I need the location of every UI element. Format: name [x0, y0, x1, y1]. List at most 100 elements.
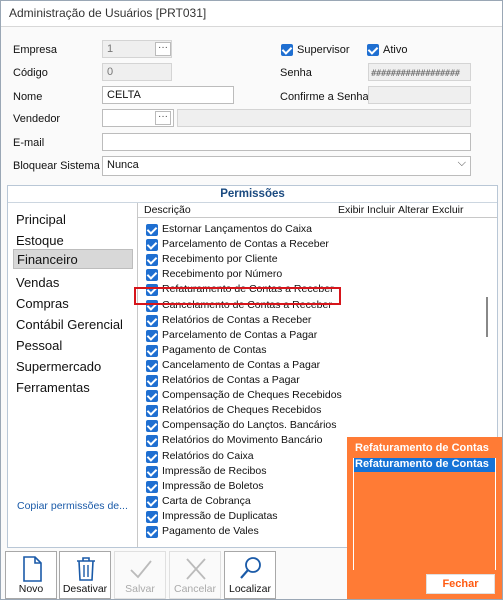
- permission-checkbox[interactable]: [146, 390, 158, 403]
- menu-item-pessoal[interactable]: Pessoal: [15, 336, 132, 356]
- permission-checkbox[interactable]: [146, 480, 158, 493]
- permission-checkbox[interactable]: [146, 329, 158, 342]
- empresa-label: Empresa: [13, 44, 58, 56]
- confirme-senha-label: Confirme a Senha: [280, 91, 369, 103]
- cancelar-label: Cancelar: [173, 583, 217, 595]
- codigo-field[interactable]: 0: [102, 63, 172, 81]
- desativar-button[interactable]: Desativar: [59, 551, 111, 599]
- permission-checkbox[interactable]: [146, 526, 158, 538]
- check-icon: [130, 560, 152, 579]
- bloquear-sistema-value: Nunca: [107, 159, 139, 171]
- vendedor-label: Vendedor: [13, 113, 61, 125]
- permission-checkbox[interactable]: [146, 465, 158, 478]
- popup-panel: Refaturamento de Contas Refaturamento de…: [347, 437, 502, 599]
- permission-label: Estornar Lançamentos do Caixa: [162, 223, 312, 235]
- empresa-lookup-button[interactable]: ···: [155, 42, 171, 56]
- ativo-checkbox[interactable]: [367, 44, 379, 56]
- chevron-down-icon: ⌵: [457, 157, 466, 169]
- senha-mask: ##################: [371, 69, 460, 79]
- permission-label: Relatórios do Caixa: [162, 449, 254, 462]
- permission-checkbox[interactable]: [146, 420, 158, 433]
- vendedor-lookup-button[interactable]: ···: [155, 111, 171, 125]
- vendedor-name-field: [177, 109, 471, 127]
- permission-label: Impressão de Duplicatas: [162, 509, 278, 522]
- bloquear-sistema-select[interactable]: Nunca ⌵: [102, 156, 471, 176]
- menu-item-principal[interactable]: Principal: [15, 210, 132, 230]
- senha-label: Senha: [280, 67, 312, 79]
- permission-label: Parcelamento de Contas a Receber: [162, 238, 329, 251]
- col-excluir[interactable]: Excluir: [432, 204, 464, 216]
- permission-label: Relatórios de Contas a Receber: [162, 313, 312, 326]
- permission-checkbox[interactable]: [146, 405, 158, 418]
- permission-checkbox[interactable]: [146, 239, 158, 252]
- permission-label: Recebimento por Cliente: [162, 253, 278, 266]
- col-exibir[interactable]: Exibir: [338, 204, 364, 216]
- desativar-label: Desativar: [62, 583, 108, 595]
- permission-label: Recebimento por Número: [162, 268, 283, 281]
- email-label: E-mail: [13, 137, 45, 149]
- permission-label: Impressão de Boletos: [162, 479, 264, 492]
- permission-checkbox[interactable]: [146, 510, 158, 523]
- codigo-label: Código: [13, 67, 48, 79]
- col-alterar[interactable]: Alterar: [398, 204, 429, 216]
- menu-item-financeiro[interactable]: Financeiro: [13, 249, 133, 269]
- popup-title: Refaturamento de Contas: [355, 442, 489, 454]
- highlight-box: [134, 287, 341, 305]
- localizar-button[interactable]: Localizar: [224, 551, 276, 599]
- nome-label: Nome: [13, 91, 43, 103]
- email-field[interactable]: [102, 133, 471, 151]
- menu-item-supermercado[interactable]: Supermercado: [15, 357, 132, 377]
- search-icon: [240, 557, 261, 579]
- col-descricao[interactable]: Descrição: [144, 204, 191, 216]
- menu-item-estoque[interactable]: Estoque: [15, 231, 132, 251]
- permission-checkbox[interactable]: [146, 450, 158, 463]
- close-icon: [186, 558, 206, 580]
- permission-label: Compensação de Cheques Recebidos: [162, 389, 342, 402]
- permission-checkbox[interactable]: [146, 435, 158, 448]
- permission-label: Cancelamento de Contas a Pagar: [162, 358, 321, 371]
- supervisor-checkbox[interactable]: [281, 44, 293, 56]
- grid-scrollbar[interactable]: [486, 297, 488, 337]
- novo-button[interactable]: Novo: [5, 551, 57, 599]
- permission-label: Parcelamento de Contas a Pagar: [162, 328, 318, 341]
- menu-item-vendas[interactable]: Vendas: [15, 273, 132, 293]
- bloquear-sistema-label: Bloquear Sistema: [13, 160, 100, 172]
- permission-label: Compensação do Lançtos. Bancários: [162, 419, 337, 432]
- menu-item-ferramentas[interactable]: Ferramentas: [15, 378, 132, 398]
- permission-label: Relatórios de Contas a Pagar: [162, 374, 300, 386]
- menu-item-contabil-gerencial[interactable]: Contábil Gerencial: [15, 315, 132, 335]
- popup-divider-left: [353, 458, 354, 570]
- new-document-icon: [23, 556, 42, 582]
- confirme-senha-field[interactable]: [368, 86, 471, 104]
- cancelar-button[interactable]: Cancelar: [169, 551, 221, 599]
- permission-label: Carta de Cobrança: [162, 494, 251, 507]
- col-incluir[interactable]: Incluir: [367, 204, 395, 216]
- permission-label: Relatórios de Cheques Recebidos: [162, 404, 322, 417]
- senha-field[interactable]: ##################: [368, 63, 471, 81]
- trash-icon: [77, 557, 95, 581]
- menu-item-compras[interactable]: Compras: [15, 294, 132, 314]
- localizar-label: Localizar: [228, 583, 272, 595]
- popup-divider-right: [495, 458, 496, 570]
- permission-checkbox[interactable]: [146, 224, 158, 236]
- salvar-label: Salvar: [125, 583, 155, 595]
- permission-checkbox[interactable]: [146, 314, 158, 327]
- user-admin-window: Administração de Usuários [PRT031] Empre…: [0, 0, 503, 600]
- grid-header: Descrição Exibir Incluir Alterar Excluir: [138, 203, 497, 218]
- ativo-label: Ativo: [383, 44, 408, 56]
- permission-checkbox[interactable]: [146, 495, 158, 508]
- permission-checkbox[interactable]: [146, 344, 158, 357]
- permissoes-title: Permissões: [8, 186, 497, 203]
- salvar-button[interactable]: Salvar: [114, 551, 166, 599]
- permission-checkbox[interactable]: [146, 254, 158, 267]
- permission-checkbox[interactable]: [146, 375, 158, 387]
- copiar-permissoes-link[interactable]: Copiar permissões de...: [17, 500, 128, 512]
- nome-field[interactable]: CELTA: [102, 86, 234, 104]
- permission-label: Pagamento de Contas: [162, 343, 267, 356]
- permission-checkbox[interactable]: [146, 269, 158, 282]
- permission-checkbox[interactable]: [146, 359, 158, 372]
- permission-label: Pagamento de Vales: [162, 525, 259, 537]
- popup-selected-item[interactable]: Refaturamento de Contas: [354, 458, 495, 472]
- fechar-button[interactable]: Fechar: [426, 574, 495, 594]
- permission-label: Impressão de Recibos: [162, 464, 267, 477]
